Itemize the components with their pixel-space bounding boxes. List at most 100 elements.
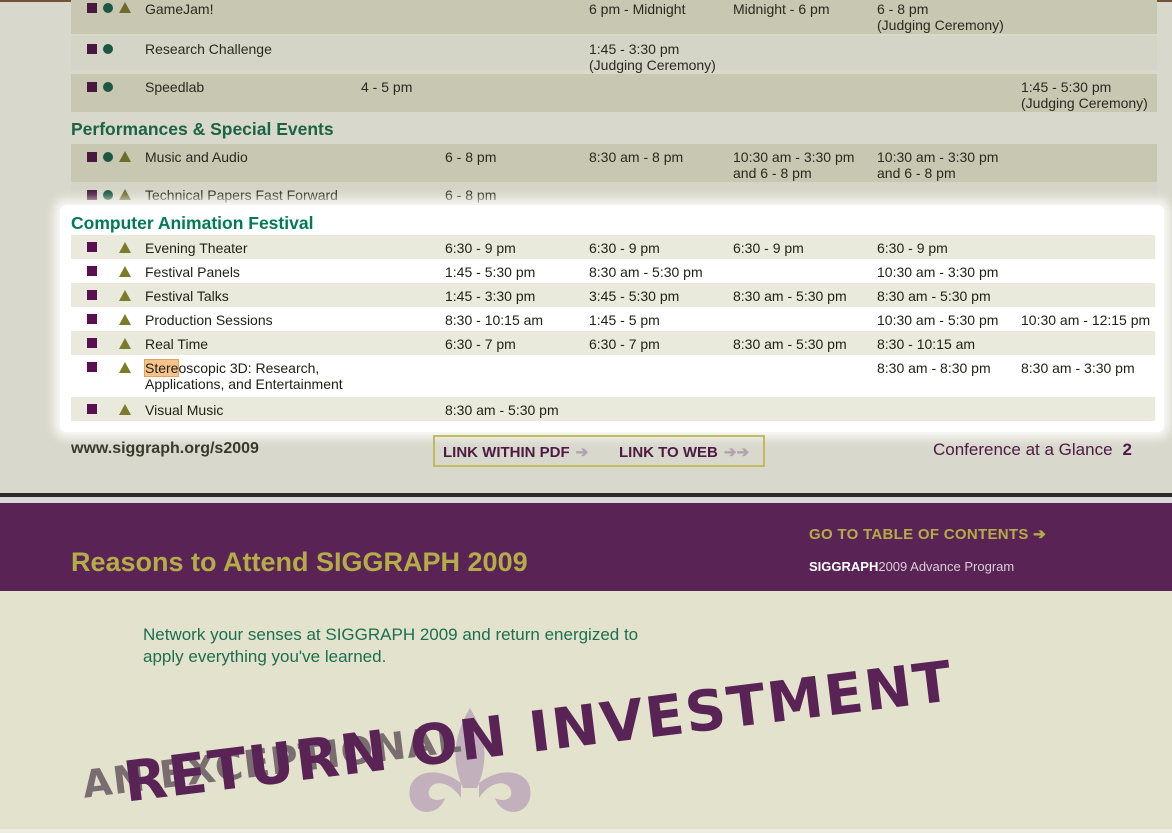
cell: 6 pm - Midnight bbox=[589, 1, 686, 17]
link-within-pdf[interactable]: LINK WITHIN PDF ➔ bbox=[443, 443, 588, 461]
square-icon bbox=[87, 314, 97, 324]
cell: 4 - 5 pm bbox=[361, 79, 413, 95]
row-name: Festival Panels bbox=[145, 264, 240, 280]
cell: 10:30 am - 3:30 pm and 6 - 8 pm bbox=[877, 149, 999, 181]
cell: 10:30 am - 12:15 pm bbox=[1021, 312, 1151, 328]
link-to-web-label: LINK TO WEB bbox=[619, 444, 718, 461]
row-name: Music and Audio bbox=[145, 149, 248, 165]
table-row-visual-music: Visual Music 8:30 am - 5:30 pm bbox=[71, 397, 1155, 421]
square-icon bbox=[87, 44, 97, 54]
table-row-music-audio: Music and Audio 6 - 8 pm 8:30 am - 8 pm … bbox=[71, 144, 1157, 182]
program-brand: SIGGRAPH bbox=[809, 559, 879, 574]
section-title-computer-animation-festival: Computer Animation Festival bbox=[71, 213, 314, 233]
search-match-highlight: Stere bbox=[143, 359, 180, 377]
row-name: Evening Theater bbox=[145, 240, 248, 256]
cell: 6 - 8 pm bbox=[445, 149, 497, 165]
cell: 1:45 - 5:30 pm bbox=[445, 264, 536, 280]
square-icon bbox=[87, 362, 97, 372]
table-row-stereoscopic-3d: Stereoscopic 3D: Research, Applications,… bbox=[71, 355, 1155, 395]
row-name: Production Sessions bbox=[145, 312, 273, 328]
table-row-research-challenge: Research Challenge 1:45 - 3:30 pm (Judgi… bbox=[71, 36, 1157, 73]
site-url-link[interactable]: www.siggraph.org/s2009 bbox=[71, 440, 259, 458]
link-to-web[interactable]: LINK TO WEB ➔➔ bbox=[619, 443, 749, 461]
cell: 6:30 - 9 pm bbox=[733, 240, 804, 256]
cell: 3:45 - 5:30 pm bbox=[589, 288, 680, 304]
row-icons bbox=[87, 43, 147, 55]
cell: 10:30 am - 3:30 pm bbox=[877, 264, 999, 280]
program-label: SIGGRAPH2009 Advance Program bbox=[809, 559, 1014, 574]
circle-icon bbox=[103, 44, 113, 54]
table-row-gamejam: GameJam! 6 pm - Midnight Midnight - 6 pm… bbox=[71, 0, 1157, 34]
cell: 6 - 8 pm (Judging Ceremony) bbox=[877, 1, 1004, 33]
square-icon bbox=[87, 82, 97, 92]
circle-icon bbox=[103, 152, 113, 162]
row-name: Speedlab bbox=[145, 79, 205, 95]
table-row-festival-talks: Festival Talks 1:45 - 3:30 pm 3:45 - 5:3… bbox=[71, 283, 1155, 307]
cell: 1:45 - 3:30 pm (Judging Ceremony) bbox=[589, 41, 716, 73]
page-footer-title: Conference at a Glance 2 bbox=[933, 440, 1132, 460]
triangle-icon bbox=[119, 338, 131, 349]
page-number: 2 bbox=[1122, 440, 1132, 459]
cell: 6:30 - 9 pm bbox=[877, 240, 948, 256]
square-icon bbox=[87, 242, 97, 252]
pdf-page-conference-at-a-glance: GameJam! 6 pm - Midnight Midnight - 6 pm… bbox=[0, 0, 1172, 496]
row-icons bbox=[87, 81, 147, 93]
row-icons bbox=[87, 2, 147, 14]
search-highlight-block: Computer Animation Festival Evening Thea… bbox=[60, 205, 1164, 432]
triangle-icon bbox=[119, 2, 131, 13]
cell: 6:30 - 7 pm bbox=[589, 336, 660, 352]
cell: 8:30 am - 5:30 pm bbox=[589, 264, 703, 280]
row-name: GameJam! bbox=[145, 1, 214, 17]
square-icon bbox=[87, 3, 97, 13]
cell: 6:30 - 7 pm bbox=[445, 336, 516, 352]
square-icon bbox=[87, 404, 97, 414]
triangle-icon bbox=[119, 189, 131, 200]
table-row-production-sessions: Production Sessions 8:30 - 10:15 am 1:45… bbox=[71, 307, 1155, 331]
cell: 6:30 - 9 pm bbox=[445, 240, 516, 256]
triangle-icon bbox=[119, 314, 131, 325]
cell: 1:45 - 3:30 pm bbox=[445, 288, 536, 304]
cell: 1:45 - 5 pm bbox=[589, 312, 660, 328]
row-name: Technical Papers Fast Forward bbox=[145, 187, 338, 203]
row-name: Research Challenge bbox=[145, 41, 272, 57]
section-title-performances: Performances & Special Events bbox=[71, 119, 334, 139]
table-row-speedlab: Speedlab 4 - 5 pm 1:45 - 5:30 pm (Judgin… bbox=[71, 74, 1157, 112]
square-icon bbox=[87, 290, 97, 300]
triangle-icon bbox=[119, 404, 131, 415]
circle-icon bbox=[103, 82, 113, 92]
row-name: Real Time bbox=[145, 336, 209, 352]
pdf-page-reasons: Network your senses at SIGGRAPH 2009 and… bbox=[0, 591, 1172, 829]
cell: 1:45 - 5:30 pm (Judging Ceremony) bbox=[1021, 79, 1148, 111]
table-row-festival-panels: Festival Panels 1:45 - 5:30 pm 8:30 am -… bbox=[71, 259, 1155, 283]
footer-title-text: Conference at a Glance bbox=[932, 440, 1113, 459]
square-icon bbox=[87, 266, 97, 276]
cell: 8:30 am - 3:30 pm bbox=[1021, 360, 1135, 376]
row-name: Stereoscopic 3D: Research, Applications,… bbox=[143, 359, 343, 392]
row-name: Festival Talks bbox=[145, 288, 229, 304]
link-within-pdf-label: LINK WITHIN PDF bbox=[443, 444, 570, 461]
triangle-icon bbox=[119, 362, 131, 373]
square-icon bbox=[87, 338, 97, 348]
cell: 8:30 am - 5:30 pm bbox=[733, 288, 847, 304]
go-to-toc-link[interactable]: GO TO TABLE OF CONTENTS ➔ bbox=[809, 525, 1046, 543]
triangle-icon bbox=[119, 290, 131, 301]
toc-link-label: GO TO TABLE OF CONTENTS bbox=[809, 526, 1029, 543]
triangle-icon bbox=[119, 151, 131, 162]
cell: 8:30 am - 8 pm bbox=[589, 149, 684, 165]
arrow-right-icon: ➔ bbox=[575, 444, 589, 461]
row-icons bbox=[87, 189, 147, 201]
cell: 8:30 am - 8:30 pm bbox=[877, 360, 991, 376]
page-banner: GO TO TABLE OF CONTENTS ➔ SIGGRAPH2009 A… bbox=[0, 503, 1172, 591]
cell: 8:30 - 10:15 am bbox=[877, 336, 976, 352]
cell: Midnight - 6 pm bbox=[733, 1, 830, 17]
circle-icon bbox=[103, 3, 113, 13]
program-rest: 2009 Advance Program bbox=[878, 559, 1015, 574]
cell: 10:30 am - 5:30 pm bbox=[877, 312, 999, 328]
square-icon bbox=[87, 190, 97, 200]
triangle-icon bbox=[119, 242, 131, 253]
link-legend-box: LINK WITHIN PDF ➔ LINK TO WEB ➔➔ bbox=[433, 435, 765, 467]
arrow-right-icon: ➔ bbox=[1033, 526, 1047, 543]
circle-icon bbox=[103, 190, 113, 200]
table-row-papers-fast-forward: Technical Papers Fast Forward 6 - 8 pm bbox=[71, 182, 1157, 206]
cell: 6:30 - 9 pm bbox=[589, 240, 660, 256]
